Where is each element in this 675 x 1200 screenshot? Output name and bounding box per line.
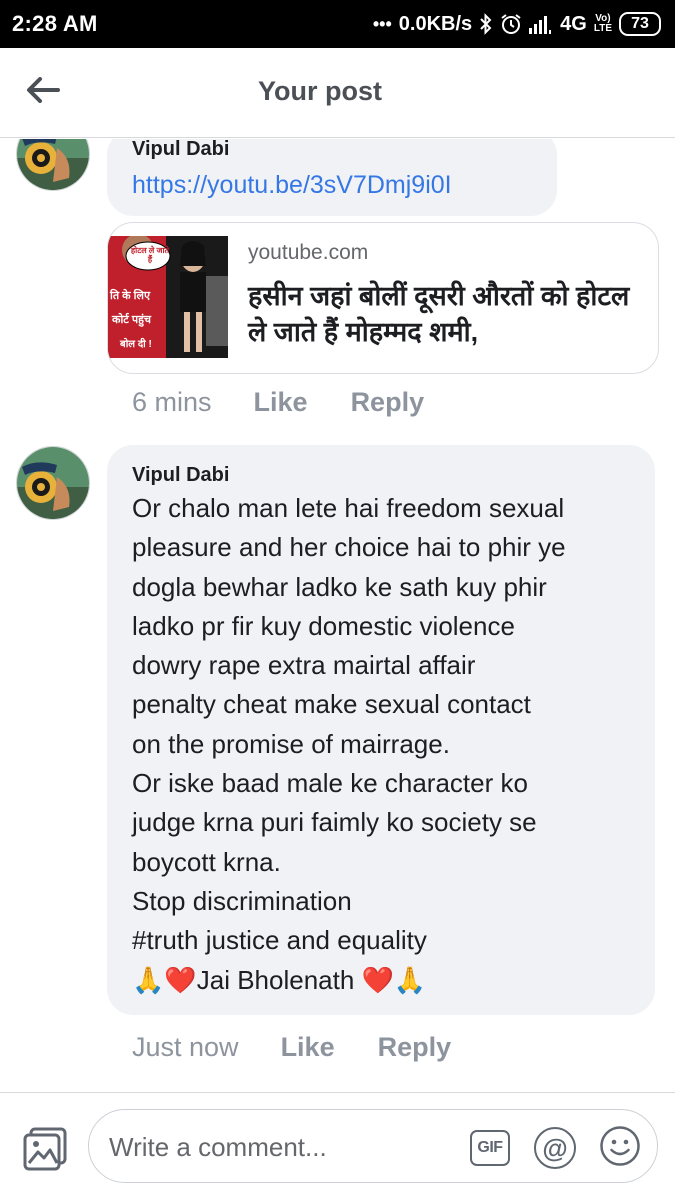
comments-list[interactable]: Vipul Dabi https://youtu.be/3sV7Dmj9i0I (0, 139, 675, 1092)
comment-composer-bar: GIF @ (0, 1092, 675, 1200)
comment-author[interactable]: Vipul Dabi (132, 139, 229, 161)
battery-icon: 73 (619, 12, 661, 36)
reply-button[interactable]: Reply (378, 1032, 452, 1063)
comment-text-line: dowry rape extra mairtal affair (132, 650, 476, 681)
volte-line2: LTE (593, 23, 612, 34)
comment-text-line: boycott krna. (132, 846, 281, 877)
link-preview-card[interactable]: होटल ले जाते हैं ति के लिए कोर्ट पहुंच ब… (107, 222, 659, 374)
comment-text-line: 🙏❤️Jai Bholenath ❤️🙏 (132, 964, 427, 995)
comment-text-line: judge krna puri faimly ko society se (132, 807, 537, 838)
status-time: 2:28 AM (12, 11, 98, 36)
gif-button[interactable]: GIF (469, 1127, 511, 1169)
comment-text-line: Stop discrimination (132, 885, 352, 916)
comment-text-line: ladko pr fir kuy domestic violence (132, 610, 515, 641)
comment-timestamp[interactable]: 6 mins (132, 387, 212, 418)
comment-author[interactable]: Vipul Dabi (132, 464, 229, 487)
comment-text-line: Or chalo man lete hai freedom sexual (132, 493, 565, 523)
app-header: Your post (0, 48, 675, 138)
comment-input-container[interactable]: GIF @ (88, 1109, 658, 1183)
comment-text: Or chalo man lete hai freedom sexual ple… (132, 489, 642, 1000)
link-preview-domain: youtube.com (248, 241, 369, 264)
page-title: Your post (258, 76, 382, 106)
thumbnail-text-3: बोल दी ! (120, 339, 152, 350)
like-button[interactable]: Like (281, 1032, 335, 1063)
bluetooth-icon (479, 13, 493, 35)
comment-text-line: #truth justice and equality (132, 925, 427, 956)
gif-icon: GIF (470, 1130, 510, 1166)
thumbnail-text-2: कोर्ट पहुंच (112, 314, 151, 326)
volte-icon: Vo) LTE (594, 14, 612, 34)
status-bar: 2:28 AM ••• 0.0KB/s 4G Vo) LTE 73 (0, 0, 675, 48)
emoji-icon (599, 1125, 641, 1172)
mention-button[interactable]: @ (534, 1127, 576, 1169)
emoji-button[interactable] (599, 1125, 641, 1172)
comment-text-line: pleasure and her choice hai to phir ye (132, 532, 566, 563)
comment-link[interactable]: https://youtu.be/3sV7Dmj9i0I (132, 171, 452, 200)
thumbnail-text-1: ति के लिए (110, 290, 151, 302)
reply-button[interactable]: Reply (351, 387, 425, 418)
avatar[interactable] (16, 446, 90, 520)
battery-level: 73 (631, 15, 649, 32)
comment-actions: 6 mins Like Reply (132, 387, 424, 418)
status-icons: ••• 0.0KB/s 4G Vo) LTE 73 (373, 12, 661, 36)
network-speed: 0.0KB/s (398, 12, 473, 35)
comment-text-line: on the promise of mairrage. (132, 728, 450, 759)
comment-text-line: dogla bewhar ladko ke sath kuy phir (132, 571, 547, 602)
network-type: 4G (560, 12, 587, 35)
comment-actions: Just now Like Reply (132, 1032, 451, 1063)
link-preview-thumbnail: होटल ले जाते हैं ति के लिए कोर्ट पहुंच ब… (108, 236, 228, 358)
signal-icon (529, 14, 553, 34)
photo-icon (22, 1127, 70, 1177)
status-dots: ••• (372, 13, 392, 34)
link-preview-title[interactable]: हसीन जहां बोलीं दूसरी औरतों को होटल ले ज… (248, 278, 648, 350)
thumbnail-bubble-text: होटल ले जाते हैं (130, 246, 170, 264)
mention-icon: @ (534, 1127, 576, 1169)
comment-timestamp[interactable]: Just now (132, 1032, 239, 1063)
comment-text-line: Or iske baad male ke character ko (132, 768, 528, 799)
like-button[interactable]: Like (254, 387, 308, 418)
avatar[interactable] (16, 139, 90, 191)
comment-input[interactable] (109, 1130, 459, 1164)
add-photo-button[interactable] (22, 1125, 70, 1173)
comment-text-line: penalty cheat make sexual contact (132, 689, 531, 720)
alarm-icon (500, 13, 522, 35)
